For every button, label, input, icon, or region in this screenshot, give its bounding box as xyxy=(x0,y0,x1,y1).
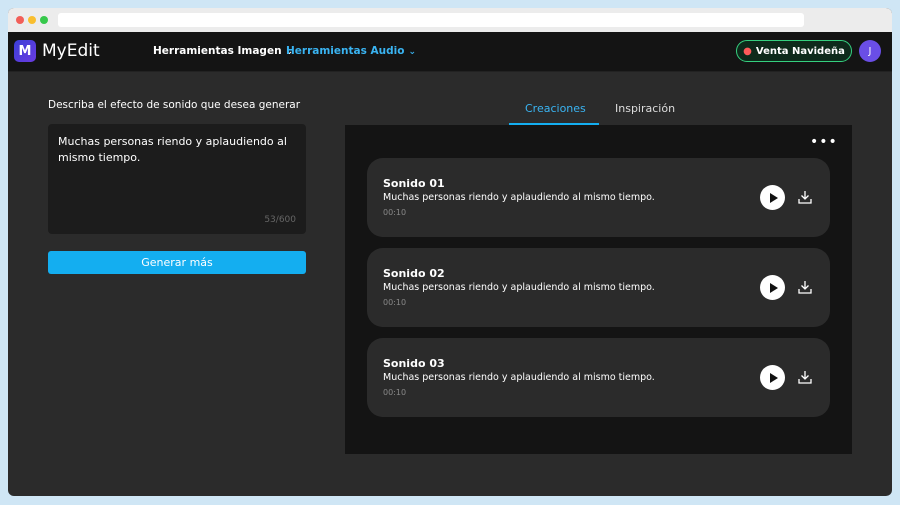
char-count: 53/600 xyxy=(264,215,296,225)
play-icon xyxy=(769,372,778,383)
sound-title: Sonido 01 xyxy=(383,177,445,190)
app-name[interactable]: MyEdit xyxy=(42,41,100,61)
sound-card: Sonido 01 Muchas personas riendo y aplau… xyxy=(367,158,830,237)
sound-title: Sonido 03 xyxy=(383,357,445,370)
download-icon[interactable] xyxy=(797,369,813,385)
tab-inspiracion[interactable]: Inspiración xyxy=(615,102,675,115)
browser-chrome xyxy=(8,8,892,32)
play-button[interactable] xyxy=(760,185,785,210)
play-button[interactable] xyxy=(760,365,785,390)
play-icon xyxy=(769,192,778,203)
sound-duration: 00:10 xyxy=(383,208,407,217)
nav-item-label: Herramientas Audio xyxy=(286,45,405,57)
play-icon xyxy=(769,282,778,293)
sound-duration: 00:10 xyxy=(383,388,407,397)
promo-label: Venta Navideña xyxy=(755,45,845,57)
nav-herramientas-audio[interactable]: Herramientas Audio ⌄ xyxy=(286,45,416,57)
sound-description: Muchas personas riendo y aplaudiendo al … xyxy=(383,192,655,203)
play-button[interactable] xyxy=(760,275,785,300)
sound-card: Sonido 02 Muchas personas riendo y aplau… xyxy=(367,248,830,327)
myedit-logo-icon[interactable]: M xyxy=(14,40,36,62)
tab-creaciones[interactable]: Creaciones xyxy=(525,102,586,115)
sound-description: Muchas personas riendo y aplaudiendo al … xyxy=(383,372,655,383)
browser-window: M MyEdit Herramientas Imagen ⌄ Herramient… xyxy=(8,8,892,496)
nav-herramientas-imagen[interactable]: Herramientas Imagen ⌄ xyxy=(153,45,293,57)
sound-description: Muchas personas riendo y aplaudiendo al … xyxy=(383,282,655,293)
maximize-window-button[interactable] xyxy=(40,16,48,24)
promo-button[interactable]: ● Venta Navideña xyxy=(736,40,852,62)
sound-duration: 00:10 xyxy=(383,298,407,307)
results-panel: ••• Sonido 01 Muchas personas riendo y a… xyxy=(345,125,852,454)
sound-title: Sonido 02 xyxy=(383,267,445,280)
more-options-icon[interactable]: ••• xyxy=(810,135,838,149)
chevron-down-icon: ⌄ xyxy=(408,47,416,57)
close-window-button[interactable] xyxy=(16,16,24,24)
minimize-window-button[interactable] xyxy=(28,16,36,24)
ornament-icon: ● xyxy=(743,45,752,57)
prompt-text: Muchas personas riendo y aplaudiendo al … xyxy=(58,135,287,164)
nav-item-label: Herramientas Imagen xyxy=(153,45,282,57)
download-icon[interactable] xyxy=(797,189,813,205)
address-bar[interactable] xyxy=(58,13,804,27)
generate-more-button[interactable]: Generar más xyxy=(48,251,306,274)
download-icon[interactable] xyxy=(797,279,813,295)
prompt-textarea[interactable]: Muchas personas riendo y aplaudiendo al … xyxy=(48,124,306,234)
avatar[interactable]: J xyxy=(859,40,881,62)
sound-card: Sonido 03 Muchas personas riendo y aplau… xyxy=(367,338,830,417)
prompt-label: Describa el efecto de sonido que desea g… xyxy=(48,99,301,111)
top-navigation: M MyEdit Herramientas Imagen ⌄ Herramient… xyxy=(8,32,892,72)
